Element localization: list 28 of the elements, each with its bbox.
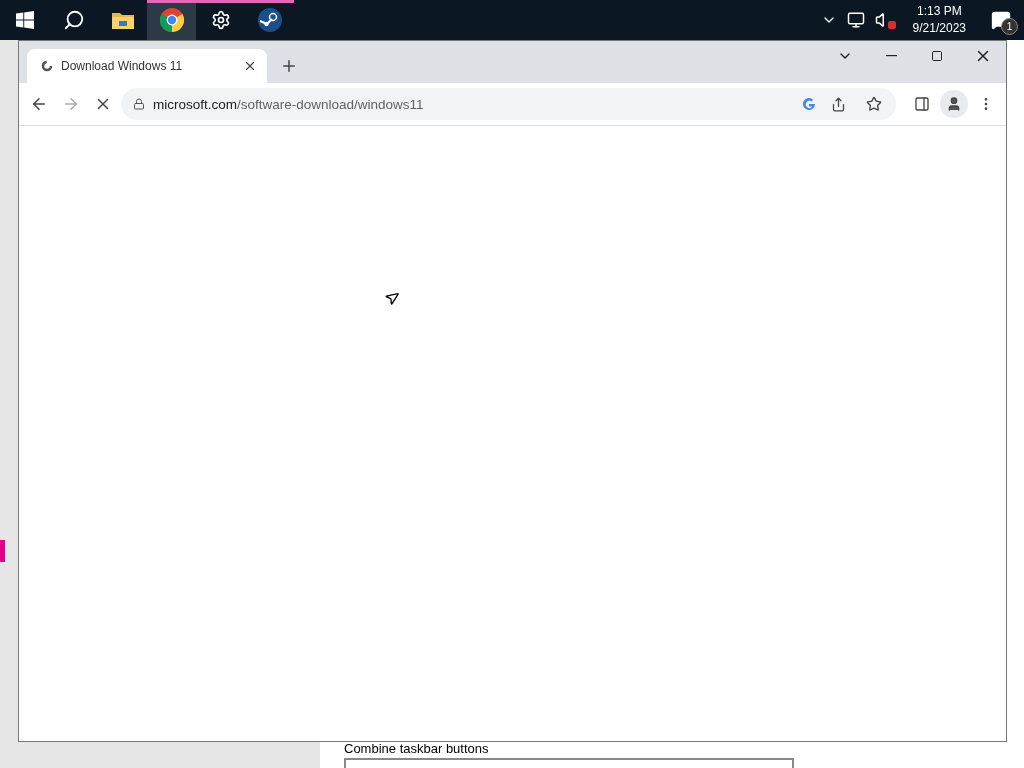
- network-icon[interactable]: [846, 11, 865, 29]
- share-icon: [830, 96, 846, 112]
- maximize-icon: [931, 50, 943, 62]
- browser-tab[interactable]: Download Windows 11: [27, 49, 267, 83]
- steam-logo-icon: [257, 8, 282, 32]
- clock[interactable]: 1:13 PM 9/21/2023: [902, 3, 976, 37]
- profile-button[interactable]: [940, 90, 968, 118]
- search-icon: [62, 9, 85, 31]
- folder-icon: [111, 11, 134, 29]
- volume-icon[interactable]: [874, 11, 893, 29]
- setting-label: Combine taskbar buttons: [344, 742, 489, 756]
- dropdown[interactable]: [344, 758, 794, 768]
- loading-spinner-icon: [41, 60, 53, 72]
- chrome-logo-icon: [159, 8, 184, 32]
- taskbar-button[interactable]: [147, 0, 196, 40]
- close-icon: [243, 59, 257, 73]
- lock-icon: [133, 98, 145, 110]
- gear-icon: [210, 10, 231, 30]
- plus-icon: [280, 57, 298, 75]
- side-panel-icon: [914, 96, 930, 112]
- notification-button[interactable]: 1: [986, 5, 1016, 35]
- star-icon: [866, 96, 882, 112]
- google-icon[interactable]: [802, 97, 816, 111]
- person-icon: [946, 96, 962, 112]
- minimize-icon: [885, 55, 897, 57]
- windows-logo-icon: [15, 11, 34, 29]
- forward-arrow-icon: [62, 95, 80, 113]
- address-bar[interactable]: microsoft.com/software-download/windows11: [121, 88, 896, 120]
